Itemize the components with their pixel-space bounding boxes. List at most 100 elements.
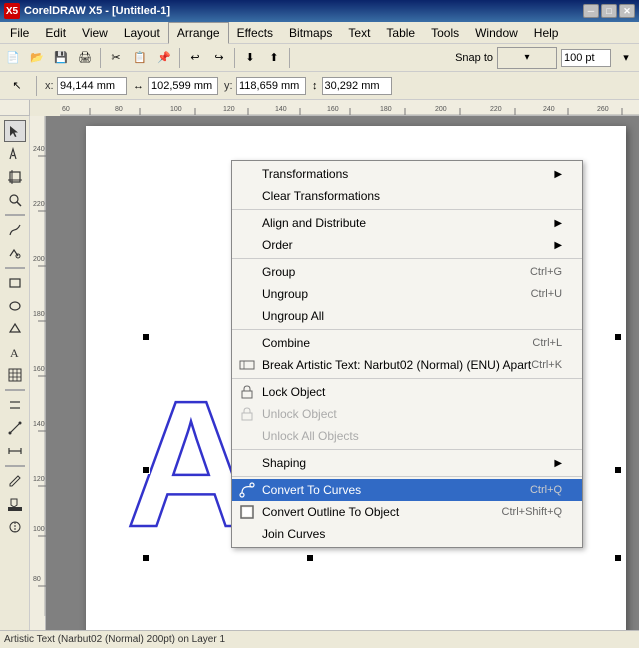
tool-sep2 — [5, 267, 25, 269]
menu-ungroup-all[interactable]: Ungroup All — [232, 305, 582, 327]
svg-text:240: 240 — [543, 106, 555, 113]
menu-convert-curves[interactable]: Convert To Curves Ctrl+Q — [232, 479, 582, 501]
ruler-row: 60 80 100 120 140 160 180 200 220 240 — [0, 100, 639, 116]
undo-button[interactable]: ↩ — [184, 47, 206, 69]
handle-tl — [142, 333, 150, 341]
convert-curves-icon — [237, 480, 257, 500]
zoom-dropdown[interactable]: ▾ — [615, 47, 637, 69]
menu-edit[interactable]: Edit — [37, 22, 74, 44]
menu-ungroup[interactable]: Ungroup Ctrl+U — [232, 283, 582, 305]
menu-order[interactable]: Order ▶ — [232, 234, 582, 256]
menu-group[interactable]: Group Ctrl+G — [232, 261, 582, 283]
menu-break-artistic[interactable]: Break Artistic Text: Narbut02 (Normal) (… — [232, 354, 582, 376]
tool-crop[interactable] — [4, 166, 26, 188]
coord-w-group: ↔ 102,599 mm — [133, 77, 218, 95]
svg-text:60: 60 — [62, 106, 70, 113]
paste-button[interactable]: 📌 — [153, 47, 175, 69]
menu-effects[interactable]: Effects — [229, 22, 281, 44]
h-value[interactable]: 30,292 mm — [322, 77, 392, 95]
sep3 — [234, 48, 235, 68]
break-icon — [237, 355, 257, 375]
convert-outline-icon — [237, 502, 257, 522]
svg-text:220: 220 — [33, 201, 45, 208]
menu-table[interactable]: Table — [378, 22, 423, 44]
menu-transformations[interactable]: Transformations ▶ — [232, 163, 582, 185]
tool-text[interactable]: A — [4, 341, 26, 363]
menu-window[interactable]: Window — [467, 22, 526, 44]
select-tool-indicator[interactable]: ↖ — [6, 75, 28, 97]
menu-help[interactable]: Help — [526, 22, 567, 44]
x-value[interactable]: 94,144 mm — [57, 77, 127, 95]
menu-text[interactable]: Text — [340, 22, 378, 44]
import-button[interactable]: ⬇ — [239, 47, 261, 69]
cut-button[interactable]: ✂ — [105, 47, 127, 69]
svg-text:260: 260 — [597, 106, 609, 113]
tool-eyedropper[interactable] — [4, 470, 26, 492]
w-value[interactable]: 102,599 mm — [148, 77, 218, 95]
snap-dropdown[interactable]: ▾ — [497, 47, 557, 69]
svg-text:140: 140 — [33, 421, 45, 428]
workspace: 240 220 200 180 160 140 120 100 — [0, 116, 639, 630]
minimize-button[interactable]: ─ — [583, 4, 599, 18]
status-text: Artistic Text (Narbut02 (Normal) 200pt) … — [4, 634, 225, 645]
tool-smart-draw[interactable] — [4, 242, 26, 264]
print-button[interactable]: 🖨 — [74, 47, 96, 69]
tool-connector[interactable] — [4, 417, 26, 439]
close-button[interactable]: ✕ — [619, 4, 635, 18]
menu-shaping[interactable]: Shaping ▶ — [232, 452, 582, 474]
tool-sep4 — [5, 465, 25, 467]
tool-select[interactable] — [4, 120, 26, 142]
ruler-horizontal: 60 80 100 120 140 160 180 200 220 240 — [60, 100, 639, 116]
ruler-corner — [0, 100, 30, 116]
tool-fill[interactable] — [4, 493, 26, 515]
svg-text:200: 200 — [435, 106, 447, 113]
sep-after-clear — [232, 209, 582, 210]
tool-table[interactable] — [4, 364, 26, 386]
menu-join-curves[interactable]: Join Curves — [232, 523, 582, 545]
tool-zoom[interactable] — [4, 189, 26, 211]
menu-layout[interactable]: Layout — [116, 22, 168, 44]
tool-parallel[interactable] — [4, 394, 26, 416]
tool-measure[interactable] — [4, 440, 26, 462]
copy-button[interactable]: 📋 — [129, 47, 151, 69]
menu-clear-transformations[interactable]: Clear Transformations — [232, 185, 582, 207]
svg-text:A: A — [10, 346, 19, 359]
sep-after-break — [232, 378, 582, 379]
submenu-arrow2: ▶ — [554, 218, 562, 229]
y-label: y: — [224, 80, 232, 92]
submenu-arrow4: ▶ — [554, 458, 562, 469]
y-value[interactable]: 118,659 mm — [236, 77, 306, 95]
menu-unlock-all[interactable]: Unlock All Objects — [232, 425, 582, 447]
tool-polygon[interactable] — [4, 318, 26, 340]
menu-bitmaps[interactable]: Bitmaps — [281, 22, 340, 44]
tool-ellipse[interactable] — [4, 295, 26, 317]
sep-after-order — [232, 258, 582, 259]
menu-lock-object[interactable]: Lock Object — [232, 381, 582, 403]
snap-label: Snap to — [455, 52, 493, 64]
menu-convert-outline[interactable]: Convert Outline To Object Ctrl+Shift+Q — [232, 501, 582, 523]
menu-align-distribute[interactable]: Align and Distribute ▶ — [232, 212, 582, 234]
tool-rectangle[interactable] — [4, 272, 26, 294]
tool-shape[interactable] — [4, 143, 26, 165]
menu-arrange[interactable]: Arrange — [168, 22, 229, 44]
save-button[interactable]: 💾 — [50, 47, 72, 69]
menu-combine[interactable]: Combine Ctrl+L — [232, 332, 582, 354]
svg-text:160: 160 — [33, 366, 45, 373]
arrange-dropdown: Transformations ▶ Clear Transformations … — [231, 160, 583, 548]
lock-icon — [237, 382, 257, 402]
open-button[interactable]: 📂 — [26, 47, 48, 69]
menu-unlock-object[interactable]: Unlock Object — [232, 403, 582, 425]
menu-file[interactable]: File — [2, 22, 37, 44]
tool-freehand[interactable] — [4, 219, 26, 241]
svg-text:180: 180 — [380, 106, 392, 113]
menu-view[interactable]: View — [74, 22, 116, 44]
redo-button[interactable]: ↪ — [208, 47, 230, 69]
tool-interactive-fill[interactable] — [4, 516, 26, 538]
zoom-input[interactable] — [561, 49, 611, 67]
maximize-button[interactable]: □ — [601, 4, 617, 18]
handle-br — [614, 554, 622, 562]
export-button[interactable]: ⬆ — [263, 47, 285, 69]
w-icon: ↔ — [133, 80, 144, 92]
new-button[interactable]: 📄 — [2, 47, 24, 69]
menu-tools[interactable]: Tools — [423, 22, 467, 44]
